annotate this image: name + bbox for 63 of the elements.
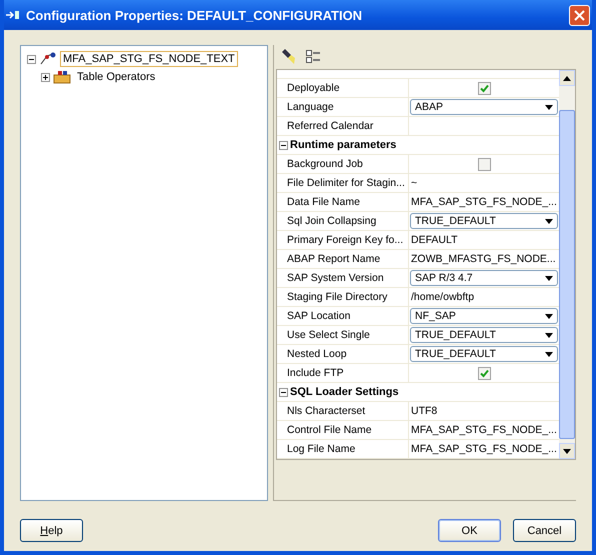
cancel-button[interactable]: Cancel <box>513 519 576 542</box>
property-label: Referred Calendar <box>287 120 374 132</box>
property-label: Background Job <box>287 158 363 170</box>
mapping-icon <box>39 52 57 66</box>
dropdown[interactable]: TRUE_DEFAULT <box>410 346 558 362</box>
property-label: Data File Name <box>287 196 360 208</box>
collapse-icon[interactable] <box>279 140 288 150</box>
property-value: MFA_SAP_STG_FS_NODE_... <box>410 423 558 438</box>
checkbox[interactable] <box>478 158 490 170</box>
section-header[interactable]: Runtime parameters <box>290 139 396 151</box>
property-label: Primary Foreign Key fo... <box>287 234 404 246</box>
window-icon <box>6 9 20 21</box>
dropdown-arrow-icon <box>545 314 553 318</box>
dropdown-arrow-icon <box>545 332 553 338</box>
dropdown-arrow-icon <box>545 104 553 110</box>
dropdown-arrow-icon <box>545 276 553 280</box>
scrollbar[interactable] <box>559 70 575 459</box>
window-title: Configuration Properties: DEFAULT_CONFIGURATION <box>26 8 364 22</box>
tree-item[interactable]: Table Operators <box>74 69 158 85</box>
property-label: Use Select Single <box>287 329 370 341</box>
property-label: Nls Characterset <box>287 405 366 417</box>
property-label: Log File Name <box>287 443 356 455</box>
property-value: /home/owbftp <box>410 290 476 305</box>
collapse-icon[interactable] <box>279 388 288 396</box>
tree-item[interactable]: MFA_SAP_STG_FS_NODE_TEXT <box>60 51 238 67</box>
property-label: Include FTP <box>287 367 344 379</box>
property-label: Nested Loop <box>287 348 347 360</box>
help-button[interactable]: Help <box>20 519 83 542</box>
scroll-up-arrow-icon[interactable] <box>563 76 571 80</box>
dropdown[interactable]: ABAP <box>410 99 558 115</box>
folder-icon <box>53 70 71 84</box>
section-header[interactable]: SQL Loader Settings <box>290 386 399 398</box>
property-value: MFA_SAP_STG_FS_NODE_... <box>410 195 558 210</box>
property-label: SAP System Version <box>287 272 384 284</box>
dropdown-arrow-icon <box>545 352 553 356</box>
expand-icon[interactable] <box>41 72 50 82</box>
close-button[interactable] <box>569 4 590 26</box>
property-value: MFA_SAP_STG_FS_NODE_... <box>410 442 558 457</box>
ok-button[interactable]: OK <box>438 519 501 542</box>
checkbox[interactable] <box>478 366 490 380</box>
close-icon <box>574 10 585 20</box>
property-value: ~ <box>410 176 418 191</box>
flashlight-icon[interactable] <box>280 49 296 65</box>
dropdown[interactable]: TRUE_DEFAULT <box>410 213 558 229</box>
property-label: SAP Location <box>287 310 350 322</box>
collapse-icon[interactable] <box>27 54 36 64</box>
scroll-down-arrow-icon[interactable] <box>563 448 571 454</box>
property-label: Language <box>287 101 334 113</box>
property-label: Deployable <box>287 82 340 94</box>
dropdown[interactable]: SAP R/3 4.7 <box>410 270 558 286</box>
property-label: Control File Name <box>287 424 372 436</box>
dropdown-arrow-icon <box>545 218 553 224</box>
expand-all-icon[interactable] <box>306 50 320 64</box>
checkbox[interactable] <box>478 82 490 94</box>
property-value: ZOWB_MFASTG_FS_NODE... <box>410 252 557 267</box>
property-label: ABAP Report Name <box>287 253 380 265</box>
property-label: File Delimiter for Stagin... <box>287 177 405 189</box>
dropdown[interactable]: TRUE_DEFAULT <box>410 327 558 343</box>
property-value: UTF8 <box>410 404 438 419</box>
dropdown[interactable]: NF_SAP <box>410 308 558 324</box>
property-label: Sql Join Collapsing <box>287 215 376 227</box>
property-label: Staging File Directory <box>287 291 388 303</box>
property-value: DEFAULT <box>410 233 458 248</box>
